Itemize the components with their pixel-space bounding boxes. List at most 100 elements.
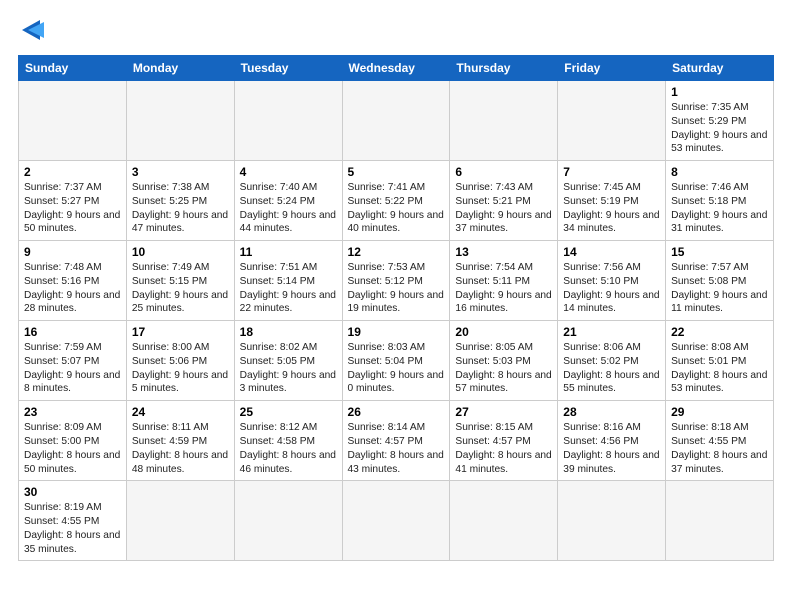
- day-number: 11: [240, 245, 337, 259]
- day-info: Sunrise: 7:35 AM Sunset: 5:29 PM Dayligh…: [671, 101, 768, 156]
- day-cell: [450, 481, 558, 561]
- page: SundayMondayTuesdayWednesdayThursdayFrid…: [0, 0, 792, 612]
- day-number: 13: [455, 245, 552, 259]
- day-info: Sunrise: 7:51 AM Sunset: 5:14 PM Dayligh…: [240, 261, 337, 316]
- day-cell: [666, 481, 774, 561]
- day-info: Sunrise: 8:09 AM Sunset: 5:00 PM Dayligh…: [24, 421, 121, 476]
- weekday-header-sunday: Sunday: [19, 56, 127, 81]
- day-number: 16: [24, 325, 121, 339]
- day-number: 24: [132, 405, 229, 419]
- day-info: Sunrise: 8:06 AM Sunset: 5:02 PM Dayligh…: [563, 341, 660, 396]
- day-number: 7: [563, 165, 660, 179]
- day-info: Sunrise: 7:53 AM Sunset: 5:12 PM Dayligh…: [348, 261, 445, 316]
- day-cell: [126, 481, 234, 561]
- day-number: 1: [671, 85, 768, 99]
- day-cell: 6Sunrise: 7:43 AM Sunset: 5:21 PM Daylig…: [450, 161, 558, 241]
- day-cell: 17 Sunrise: 8:00 AM Sunset: 5:06 PM Dayli…: [126, 321, 234, 401]
- calendar: SundayMondayTuesdayWednesdayThursdayFrid…: [18, 55, 774, 561]
- logo-icon: [22, 20, 44, 40]
- day-number: 23: [24, 405, 121, 419]
- day-info: Sunrise: 8:03 AM Sunset: 5:04 PM Dayligh…: [348, 341, 445, 396]
- day-info: Sunrise: 8:14 AM Sunset: 4:57 PM Dayligh…: [348, 421, 445, 476]
- day-number: 8: [671, 165, 768, 179]
- day-cell: 20Sunrise: 8:05 AM Sunset: 5:03 PM Dayli…: [450, 321, 558, 401]
- day-info: Sunrise: 7:56 AM Sunset: 5:10 PM Dayligh…: [563, 261, 660, 316]
- day-info: Sunrise: 7:41 AM Sunset: 5:22 PM Dayligh…: [348, 181, 445, 236]
- day-cell: 19 Sunrise: 8:03 AM Sunset: 5:04 PM Dayli…: [342, 321, 450, 401]
- day-info: Sunrise: 7:48 AM Sunset: 5:16 PM Dayligh…: [24, 261, 121, 316]
- day-number: 6: [455, 165, 552, 179]
- day-number: 9: [24, 245, 121, 259]
- day-info: Sunrise: 7:45 AM Sunset: 5:19 PM Dayligh…: [563, 181, 660, 236]
- day-info: Sunrise: 8:16 AM Sunset: 4:56 PM Dayligh…: [563, 421, 660, 476]
- day-number: 5: [348, 165, 445, 179]
- day-cell: 23 Sunrise: 8:09 AM Sunset: 5:00 PM Dayli…: [19, 401, 127, 481]
- day-cell: 14Sunrise: 7:56 AM Sunset: 5:10 PM Dayli…: [558, 241, 666, 321]
- week-row-2: 9 Sunrise: 7:48 AM Sunset: 5:16 PM Daylig…: [19, 241, 774, 321]
- day-cell: [234, 81, 342, 161]
- day-number: 17: [132, 325, 229, 339]
- day-info: Sunrise: 7:49 AM Sunset: 5:15 PM Dayligh…: [132, 261, 229, 316]
- week-row-5: 30Sunrise: 8:19 AM Sunset: 4:55 PM Dayli…: [19, 481, 774, 561]
- day-number: 15: [671, 245, 768, 259]
- day-info: Sunrise: 7:37 AM Sunset: 5:27 PM Dayligh…: [24, 181, 121, 236]
- week-row-1: 2 Sunrise: 7:37 AM Sunset: 5:27 PM Daylig…: [19, 161, 774, 241]
- day-cell: 28Sunrise: 8:16 AM Sunset: 4:56 PM Dayli…: [558, 401, 666, 481]
- day-cell: [558, 81, 666, 161]
- day-info: Sunrise: 7:46 AM Sunset: 5:18 PM Dayligh…: [671, 181, 768, 236]
- weekday-header-friday: Friday: [558, 56, 666, 81]
- day-cell: 10 Sunrise: 7:49 AM Sunset: 5:15 PM Dayli…: [126, 241, 234, 321]
- day-cell: [126, 81, 234, 161]
- day-number: 29: [671, 405, 768, 419]
- day-cell: 2 Sunrise: 7:37 AM Sunset: 5:27 PM Daylig…: [19, 161, 127, 241]
- day-cell: 30Sunrise: 8:19 AM Sunset: 4:55 PM Dayli…: [19, 481, 127, 561]
- day-info: Sunrise: 8:05 AM Sunset: 5:03 PM Dayligh…: [455, 341, 552, 396]
- day-info: Sunrise: 8:15 AM Sunset: 4:57 PM Dayligh…: [455, 421, 552, 476]
- day-cell: 26 Sunrise: 8:14 AM Sunset: 4:57 PM Dayli…: [342, 401, 450, 481]
- day-cell: 25Sunrise: 8:12 AM Sunset: 4:58 PM Dayli…: [234, 401, 342, 481]
- weekday-header-wednesday: Wednesday: [342, 56, 450, 81]
- day-number: 22: [671, 325, 768, 339]
- day-info: Sunrise: 7:59 AM Sunset: 5:07 PM Dayligh…: [24, 341, 121, 396]
- day-info: Sunrise: 7:57 AM Sunset: 5:08 PM Dayligh…: [671, 261, 768, 316]
- day-cell: 13Sunrise: 7:54 AM Sunset: 5:11 PM Dayli…: [450, 241, 558, 321]
- day-cell: 9 Sunrise: 7:48 AM Sunset: 5:16 PM Daylig…: [19, 241, 127, 321]
- day-number: 18: [240, 325, 337, 339]
- day-number: 2: [24, 165, 121, 179]
- day-cell: 15 Sunrise: 7:57 AM Sunset: 5:08 PM Dayli…: [666, 241, 774, 321]
- week-row-4: 23 Sunrise: 8:09 AM Sunset: 5:00 PM Dayli…: [19, 401, 774, 481]
- day-number: 27: [455, 405, 552, 419]
- day-number: 3: [132, 165, 229, 179]
- day-cell: 5 Sunrise: 7:41 AM Sunset: 5:22 PM Daylig…: [342, 161, 450, 241]
- day-info: Sunrise: 8:02 AM Sunset: 5:05 PM Dayligh…: [240, 341, 337, 396]
- day-cell: 4Sunrise: 7:40 AM Sunset: 5:24 PM Daylig…: [234, 161, 342, 241]
- weekday-header-tuesday: Tuesday: [234, 56, 342, 81]
- day-cell: [19, 81, 127, 161]
- day-cell: 29Sunrise: 8:18 AM Sunset: 4:55 PM Dayli…: [666, 401, 774, 481]
- day-number: 4: [240, 165, 337, 179]
- day-cell: 11 Sunrise: 7:51 AM Sunset: 5:14 PM Dayli…: [234, 241, 342, 321]
- day-number: 19: [348, 325, 445, 339]
- day-number: 10: [132, 245, 229, 259]
- day-cell: 8 Sunrise: 7:46 AM Sunset: 5:18 PM Daylig…: [666, 161, 774, 241]
- day-number: 25: [240, 405, 337, 419]
- day-cell: 27 Sunrise: 8:15 AM Sunset: 4:57 PM Dayli…: [450, 401, 558, 481]
- day-cell: 21Sunrise: 8:06 AM Sunset: 5:02 PM Dayli…: [558, 321, 666, 401]
- day-number: 26: [348, 405, 445, 419]
- day-number: 30: [24, 485, 121, 499]
- day-cell: 22 Sunrise: 8:08 AM Sunset: 5:01 PM Dayli…: [666, 321, 774, 401]
- day-info: Sunrise: 8:08 AM Sunset: 5:01 PM Dayligh…: [671, 341, 768, 396]
- week-row-0: 1 Sunrise: 7:35 AM Sunset: 5:29 PM Daylig…: [19, 81, 774, 161]
- day-info: Sunrise: 8:11 AM Sunset: 4:59 PM Dayligh…: [132, 421, 229, 476]
- day-number: 12: [348, 245, 445, 259]
- day-info: Sunrise: 8:00 AM Sunset: 5:06 PM Dayligh…: [132, 341, 229, 396]
- logo: [18, 18, 44, 45]
- day-cell: [342, 81, 450, 161]
- weekday-header-monday: Monday: [126, 56, 234, 81]
- day-cell: [234, 481, 342, 561]
- day-cell: 24 Sunrise: 8:11 AM Sunset: 4:59 PM Dayli…: [126, 401, 234, 481]
- header: [18, 18, 774, 45]
- day-cell: 16 Sunrise: 7:59 AM Sunset: 5:07 PM Dayli…: [19, 321, 127, 401]
- weekday-header-saturday: Saturday: [666, 56, 774, 81]
- weekday-header-thursday: Thursday: [450, 56, 558, 81]
